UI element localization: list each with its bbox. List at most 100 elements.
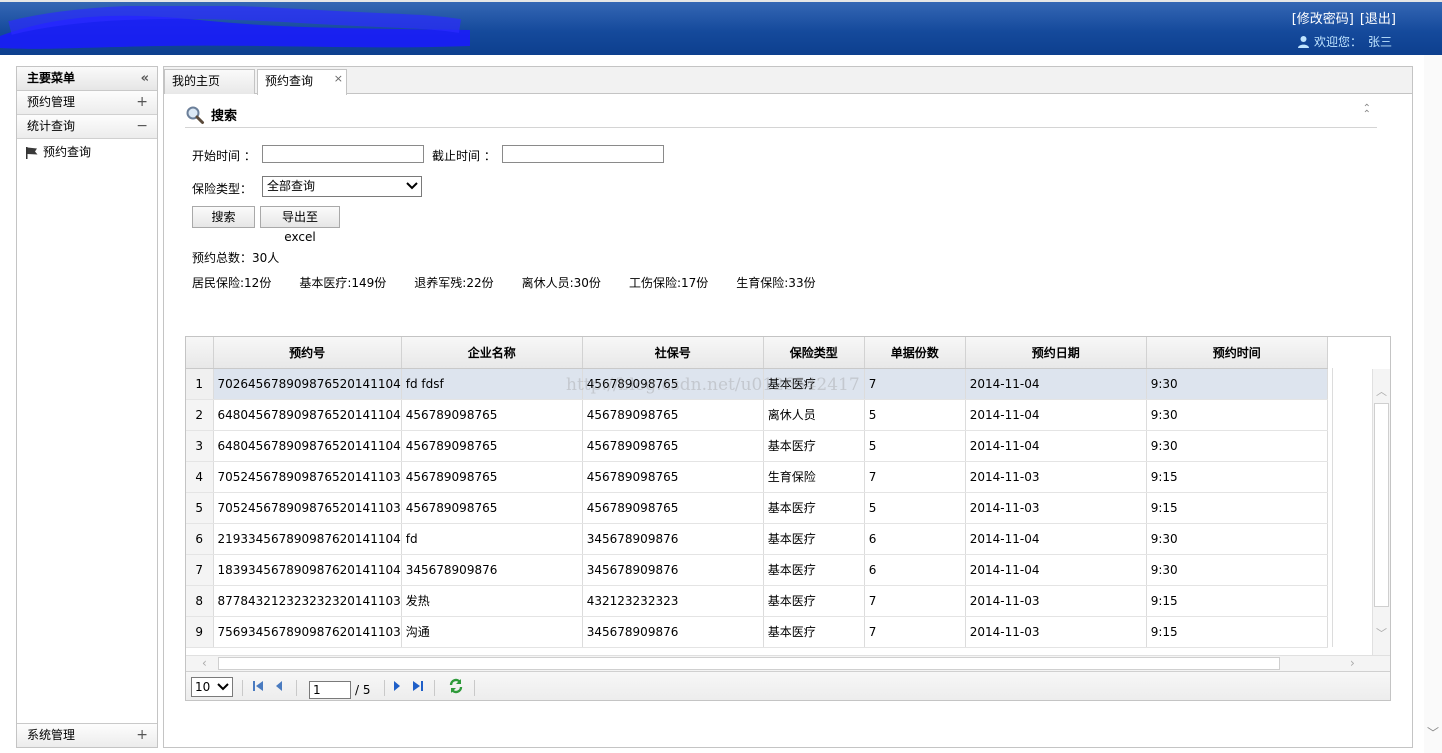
expand-icon[interactable]: + xyxy=(136,91,148,114)
table-cell: 9:30 xyxy=(1146,368,1328,400)
table-cell: 9:15 xyxy=(1146,585,1328,617)
horizontal-scrollbar[interactable]: ‹ › xyxy=(186,655,1390,671)
page-size-select[interactable]: 10 xyxy=(191,677,233,697)
table-cell: fd fdsf xyxy=(401,368,583,400)
scroll-thumb[interactable] xyxy=(1374,403,1389,607)
scroll-right-icon[interactable]: › xyxy=(1350,656,1355,670)
column-header[interactable]: 企业名称 xyxy=(401,337,583,369)
row-number: 7 xyxy=(186,554,214,586)
table-cell: 2014-11-03 xyxy=(965,585,1147,617)
table-cell: 456789098765 xyxy=(401,492,583,524)
column-header[interactable]: 预约号 xyxy=(213,337,402,369)
end-time-input[interactable] xyxy=(502,145,664,163)
table-cell: 离休人员 xyxy=(763,399,865,431)
sidebar-group-appointment-management[interactable]: 预约管理 + xyxy=(17,91,157,115)
insurance-type-label: 保险类型： xyxy=(192,182,253,196)
refresh-icon[interactable] xyxy=(448,678,464,694)
column-header[interactable]: 单据份数 xyxy=(864,337,966,369)
column-header[interactable]: 保险类型 xyxy=(763,337,865,369)
sidebar-group-label: 系统管理 xyxy=(27,728,76,742)
table-cell: 21933456789098762014110​4 xyxy=(213,523,402,555)
search-title: 搜索 xyxy=(211,109,238,124)
column-header[interactable]: 预约日期 xyxy=(965,337,1147,369)
search-button[interactable]: 搜索 xyxy=(192,206,255,228)
expand-icon[interactable]: + xyxy=(136,724,148,747)
table-row[interactable]: 9 75693456789098762014110​3 沟通 345678909876… xyxy=(186,616,1333,648)
scroll-down-icon[interactable]: ﹀ xyxy=(1376,625,1387,641)
filler-cell xyxy=(1327,523,1333,554)
table-cell: 基本医疗 xyxy=(763,585,865,617)
table-cell: 9:30 xyxy=(1146,399,1328,431)
sidebar-header: 主要菜单 « xyxy=(17,67,157,91)
filler-cell xyxy=(1327,492,1333,523)
table-cell: 456789098765 xyxy=(582,430,764,462)
filler-cell xyxy=(1327,368,1333,399)
table-cell: 2014-11-04 xyxy=(965,368,1147,400)
change-password-link[interactable]: [修改密码] xyxy=(1292,12,1354,27)
vertical-scrollbar[interactable]: ︿ ﹀ xyxy=(1372,369,1390,659)
collapse-icon[interactable]: − xyxy=(136,115,148,138)
filler-cell xyxy=(1327,430,1333,461)
start-time-input[interactable] xyxy=(262,145,424,163)
first-page-icon[interactable] xyxy=(252,680,264,692)
last-page-icon[interactable] xyxy=(412,680,424,692)
sidebar-group-label: 统计查询 xyxy=(27,119,76,133)
row-number: 1 xyxy=(186,368,214,400)
sidebar-item-appointment-query[interactable]: 预约查询 xyxy=(17,139,157,165)
scroll-left-icon[interactable]: ‹ xyxy=(202,656,207,670)
tab-home[interactable]: 我的主页 xyxy=(164,69,255,94)
insurance-type-select[interactable]: 全部查询 xyxy=(262,176,422,197)
sidebar-group-system-management[interactable]: 系统管理 + xyxy=(17,723,157,747)
collapse-panel-icon[interactable]: ⌃ ⌃ xyxy=(1363,104,1371,120)
table-cell: 9:30 xyxy=(1146,523,1328,555)
table-cell: 70524567890987652014110​3 xyxy=(213,461,402,493)
table-cell: 6 xyxy=(864,523,966,555)
table-cell: 9:30 xyxy=(1146,554,1328,586)
separator xyxy=(434,680,435,696)
column-header[interactable]: 预约时间 xyxy=(1146,337,1328,369)
table-cell: 456789098765 xyxy=(582,492,764,524)
table-row[interactable]: 5 70524567890987652014110​3 456789098765 45… xyxy=(186,492,1333,524)
table-row[interactable]: 1 70264567890987652014110​4 fd fdsf 4567890… xyxy=(186,368,1333,400)
table-cell: 2014-11-04 xyxy=(965,430,1147,462)
tab-appointment-query[interactable]: 预约查询 × xyxy=(257,69,347,95)
sidebar-title: 主要菜单 xyxy=(27,71,76,85)
table-cell: 9:15 xyxy=(1146,461,1328,493)
next-page-icon[interactable] xyxy=(392,680,402,692)
window-scrollbar[interactable]: ﹀ xyxy=(1424,55,1442,753)
logout-link[interactable]: [退出] xyxy=(1360,12,1396,27)
filler-cell xyxy=(1327,399,1333,430)
search-panel-header: 搜索 ⌃ ⌃ xyxy=(185,102,1377,128)
column-header[interactable]: 社保号 xyxy=(582,337,764,369)
tab-bar: 我的主页 预约查询 × xyxy=(164,67,1412,95)
previous-page-icon[interactable] xyxy=(274,680,284,692)
magnifier-icon xyxy=(186,106,204,124)
table-row[interactable]: 2 64804567890987652014110​4 456789098765 45… xyxy=(186,399,1333,431)
table-row[interactable]: 3 64804567890987652014110​4 456789098765 45… xyxy=(186,430,1333,462)
collapse-sidebar-icon[interactable]: « xyxy=(141,67,149,90)
scroll-down-icon[interactable]: ﹀ xyxy=(1427,724,1439,741)
table-row[interactable]: 4 70524567890987652014110​3 456789098765 45… xyxy=(186,461,1333,493)
table-cell: 发热 xyxy=(401,585,583,617)
start-time-label: 开始时间 ： xyxy=(192,149,256,163)
current-page-input[interactable]: 1 xyxy=(309,681,351,699)
table-row[interactable]: 8 87784321232323232014110​3 发热 432123232323… xyxy=(186,585,1333,617)
scroll-thumb[interactable] xyxy=(218,657,1280,670)
flag-icon xyxy=(26,146,38,159)
page-size-value: 10 xyxy=(195,680,211,694)
table-cell: 9:15 xyxy=(1146,492,1328,524)
table-cell: 5 xyxy=(864,430,966,462)
row-number: 3 xyxy=(186,430,214,462)
table-cell: 9:30 xyxy=(1146,430,1328,462)
export-excel-button[interactable]: 导出至excel xyxy=(260,206,340,244)
close-tab-icon[interactable]: × xyxy=(334,67,343,90)
scroll-up-icon[interactable]: ︿ xyxy=(1376,383,1387,399)
welcome-area: 欢迎您： 张三 xyxy=(1297,33,1392,50)
sidebar-group-statistics-query[interactable]: 统计查询 − xyxy=(17,115,157,139)
results-grid: 预约号 企业名称 社保号 保险类型 单据份数 预约日期 预约时间 1 702645… xyxy=(185,336,1391,701)
table-row[interactable]: 6 21933456789098762014110​4 fd 345678909876… xyxy=(186,523,1333,555)
table-cell: 7 xyxy=(864,368,966,400)
total-count: 预约总数：30人 xyxy=(192,251,280,265)
table-row[interactable]: 7 18393456789098762014110​4 345678909876 34… xyxy=(186,554,1333,586)
table-cell: 6 xyxy=(864,554,966,586)
